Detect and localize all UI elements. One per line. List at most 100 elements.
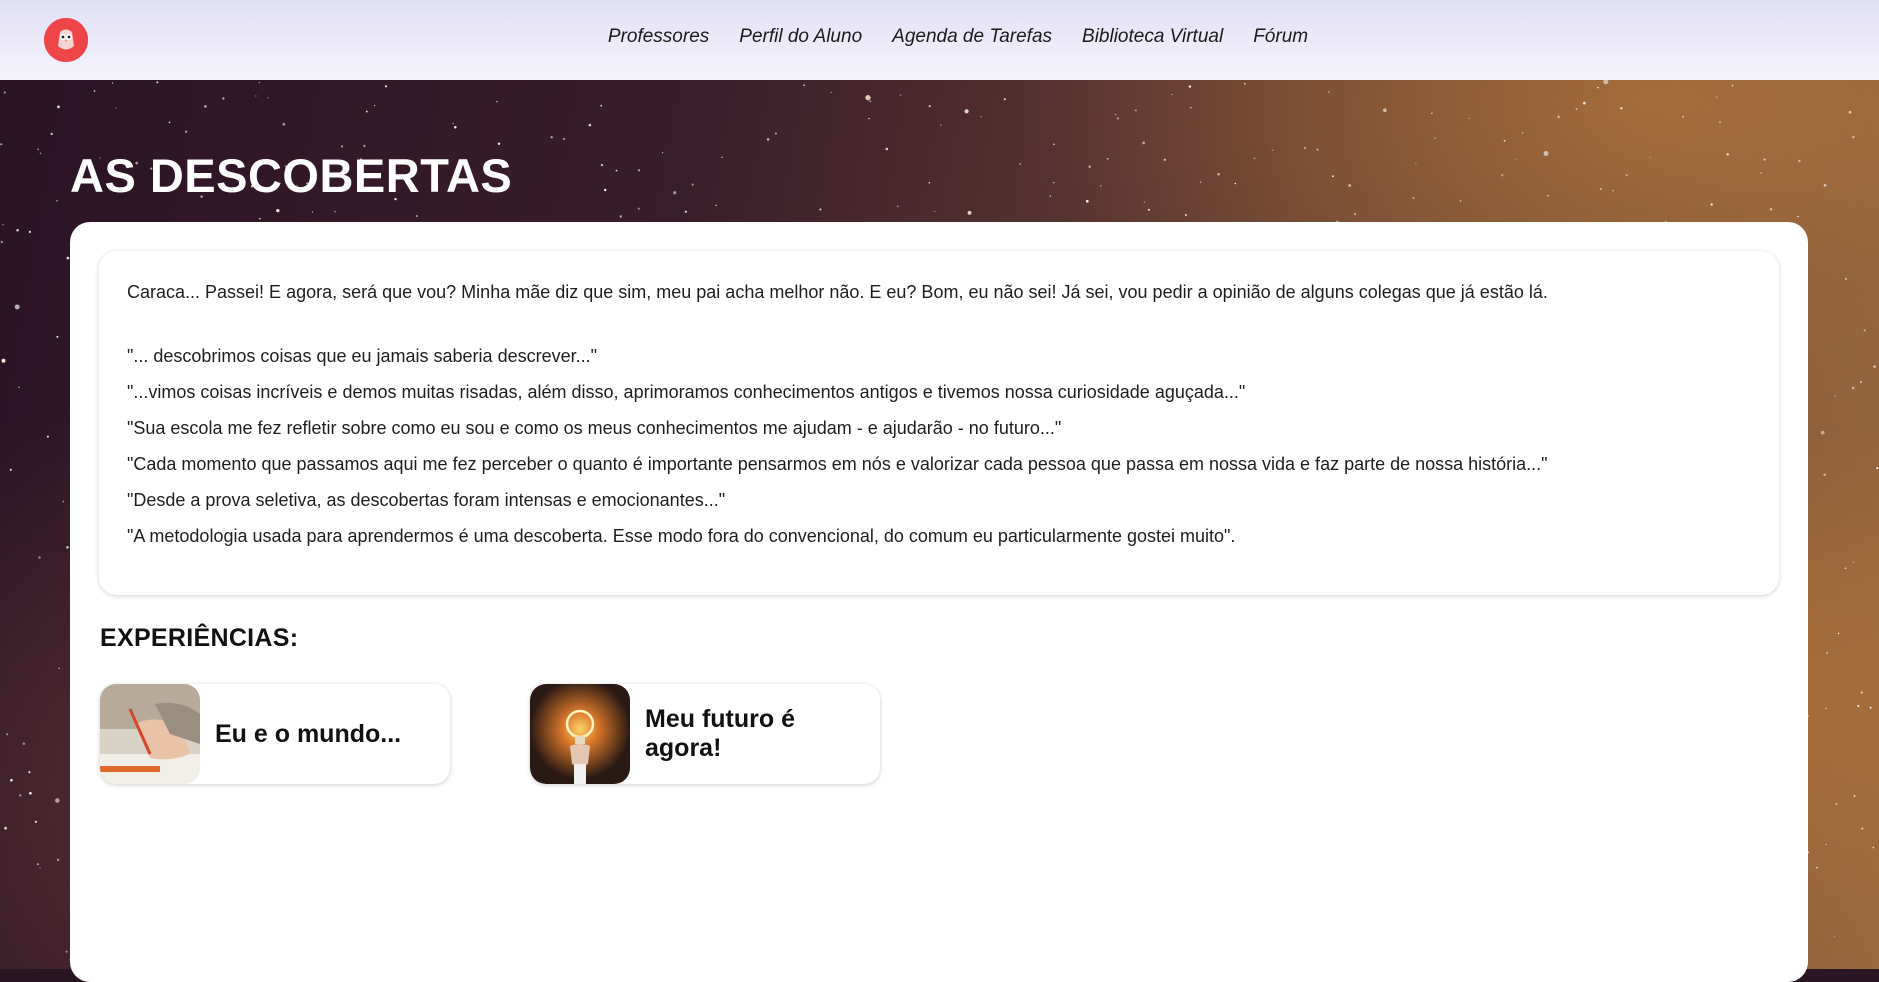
star [58,667,60,669]
star [1415,162,1417,164]
star [39,152,42,154]
main-panel: Caraca... Passei! E agora, será que vou?… [70,222,1808,982]
star [721,156,723,159]
star [267,97,269,99]
star [38,556,41,559]
star [1547,194,1549,197]
star [615,169,618,172]
star [1501,174,1504,177]
star [66,546,69,549]
star [1852,561,1854,563]
star [1863,329,1866,332]
top-header: Professores Perfil do Aluno Agenda de Ta… [0,0,1879,80]
star [899,94,902,96]
star [980,116,982,118]
star [334,210,336,213]
star [16,228,19,232]
star [1837,632,1840,635]
star [93,90,96,92]
star [1459,200,1462,202]
experience-card-eu-e-o-mundo[interactable]: Eu e o mundo... [100,684,450,784]
star [1106,157,1109,160]
experiences-title: EXPERIÊNCIAS: [100,624,299,652]
star [452,122,454,125]
star [1816,866,1818,869]
star [1860,381,1862,384]
star [819,208,822,211]
star [57,105,60,109]
star [28,771,31,774]
star [1052,181,1055,184]
star [282,122,286,126]
star [1253,157,1256,160]
star [637,207,640,210]
star [1188,85,1192,88]
nav-agenda-de-tarefas[interactable]: Agenda de Tarefas [892,26,1052,48]
star [1115,114,1117,116]
star [865,94,871,101]
star [46,435,49,438]
star [1243,82,1246,85]
star [1820,430,1825,435]
nav-forum[interactable]: Fórum [1253,26,1308,48]
star [18,386,20,389]
star [365,110,368,113]
star [3,91,6,94]
star [1857,704,1860,708]
star [1234,182,1237,185]
star [1869,706,1872,709]
star [34,820,38,824]
star [496,101,498,103]
nav-biblioteca-virtual[interactable]: Biblioteca Virtual [1082,26,1223,48]
star [66,256,70,260]
star [62,500,65,503]
nav-perfil-do-aluno[interactable]: Perfil do Aluno [739,26,862,48]
star [1190,107,1192,109]
star [562,137,566,140]
star [6,733,9,736]
intro-text: Caraca... Passei! E agora, será que vou?… [127,282,1548,302]
nav-professores[interactable]: Professores [608,26,709,48]
star [1825,707,1827,710]
star [255,95,257,97]
star [56,335,59,338]
quote-1: "... descobrimos coisas que eu jamais sa… [127,346,597,366]
star [454,126,457,129]
star [39,867,41,869]
quote-3: "Sua escola me fez refletir sobre como e… [127,418,1062,438]
lightbulb-hand-image [530,684,630,784]
star [9,468,12,471]
star [940,124,942,126]
star [1853,795,1856,797]
testimonials-card: Caraca... Passei! E agora, será que vou?… [99,251,1779,595]
star [967,210,972,215]
star [928,181,931,184]
star [1134,109,1137,112]
star [276,208,280,213]
star [1147,208,1151,211]
star [1876,466,1879,470]
star [934,210,936,213]
star [1625,174,1628,177]
experience-card-meu-futuro[interactable]: Meu futuro é agora! [530,684,880,784]
star [1860,827,1864,830]
star [497,142,501,146]
star [673,191,677,195]
star [1873,365,1876,368]
star [830,91,832,93]
star [1682,115,1684,118]
star [1851,386,1855,390]
star [363,144,366,148]
star [1316,148,1319,151]
star [1003,98,1006,101]
star [115,107,117,109]
star [1163,158,1167,161]
star [56,199,58,202]
star [384,85,388,88]
star [1844,567,1847,570]
star [603,188,607,192]
star [1503,139,1506,142]
star [1597,86,1599,89]
star [964,109,969,114]
star [1383,108,1387,112]
